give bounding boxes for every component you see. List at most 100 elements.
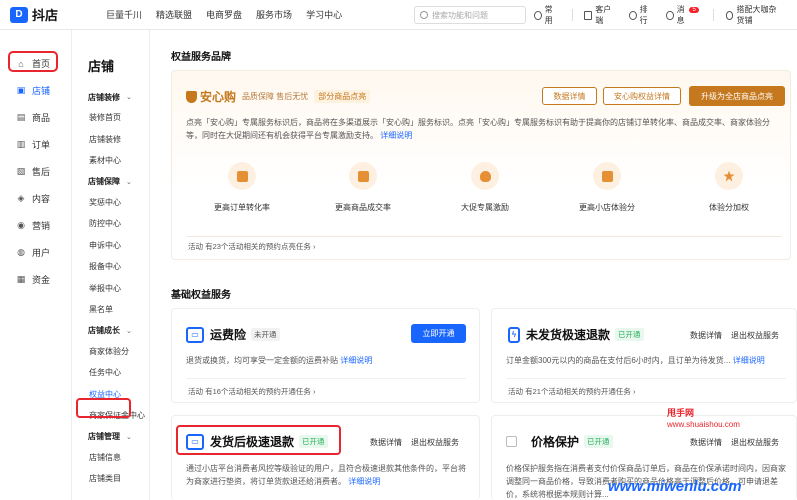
top-nav-item[interactable]: 巨量千川: [106, 8, 142, 21]
data-detail-link[interactable]: 数据详情: [690, 437, 722, 448]
client-label: 客户端: [595, 5, 612, 25]
sidebar-item-label: 店铺: [32, 86, 51, 96]
sidebar-subitem[interactable]: 店铺装修: [72, 129, 149, 151]
star-icon: [715, 162, 743, 190]
top-nav-item[interactable]: 精选联盟: [156, 8, 192, 21]
logo[interactable]: D 抖店: [10, 5, 90, 24]
upgrade-button[interactable]: 升级为全店商品点亮: [689, 86, 785, 106]
service-desc-link[interactable]: 详细说明: [340, 356, 372, 365]
refund-icon: ϟ: [508, 326, 520, 343]
highlight-box-rights-center: [76, 398, 131, 418]
chevron-down-icon: ⌄: [126, 178, 132, 186]
sidebar-subitem[interactable]: 防控中心: [72, 213, 149, 235]
ranking-icon: [628, 10, 637, 20]
data-detail-link[interactable]: 数据详情: [370, 437, 402, 448]
watermark-text: 甩手网: [667, 408, 695, 418]
data-detail-button[interactable]: 数据详情: [542, 87, 597, 105]
sidebar-group[interactable]: 店铺成长 ⌄: [72, 321, 149, 341]
sidebar-subitem[interactable]: 任务中心: [72, 362, 149, 384]
top-nav-item[interactable]: 电商罗盘: [206, 8, 242, 21]
watermark-url: www.shuaishou.com: [667, 420, 740, 429]
bell-icon: [666, 10, 674, 20]
top-nav-item[interactable]: 学习中心: [306, 8, 342, 21]
common-button[interactable]: 常用: [534, 4, 558, 26]
highlight-box-shop: [8, 51, 58, 72]
divider: [712, 9, 714, 21]
unshipped-refund-header: ϟ 未发货极速退款 已开通: [508, 326, 644, 343]
sidebar-item[interactable]: ▧ 售后: [0, 158, 71, 185]
sidebar-subitem[interactable]: 店铺类目: [72, 468, 149, 490]
sidebar-item-label: 用户: [32, 248, 51, 258]
sidebar-item[interactable]: ◉ 营销: [0, 212, 71, 239]
sidebar-group-label: 店铺保障: [88, 177, 120, 186]
watermark-url-large: www.miwenlu.com: [608, 478, 742, 495]
content-icon: ◈: [17, 193, 25, 203]
sidebar-subitem[interactable]: 申诉中心: [72, 235, 149, 257]
price-protection-header: 价格保护 已开通: [506, 433, 613, 450]
open-now-button[interactable]: 立即开通: [411, 324, 466, 343]
ranking-label: 排行: [639, 5, 648, 25]
feature-label: 大促专属激励: [461, 203, 509, 212]
secondary-sidebar: 店铺 店铺装修 ⌄ 装修首页 店铺装修 素材中心 店铺保障 ⌄ 奖惩中心 防控中心 申诉中心 报备中…: [72, 30, 150, 500]
account-menu[interactable]: 搭配大咖杂货铺: [725, 4, 783, 26]
chevron-down-icon: ⌄: [126, 327, 132, 335]
service-desc-text: 通过小店平台消费者风控等级验证的用户，且符合极速退款其他条件的，平台将为商家进行…: [186, 464, 466, 486]
service-description: 退货或换货，均可享受一定金额的运费补贴 详细说明: [186, 354, 476, 367]
common-label: 常用: [544, 5, 553, 25]
sidebar-item-label: 营销: [32, 221, 51, 231]
sidebar-subitem[interactable]: 装修首页: [72, 107, 149, 129]
shop-icon: ▣: [16, 85, 26, 95]
unshipped-refund-activity-link[interactable]: 活动 有21个活动相关的预约开通任务 ›: [508, 386, 636, 397]
service-desc-link[interactable]: 详细说明: [348, 477, 380, 486]
shield-icon: [186, 90, 197, 103]
anxingou-desc-link[interactable]: 详细说明: [380, 131, 412, 140]
top-right-tools: 常用 客户端 排行 消息 5 搭配大咖杂货铺: [534, 0, 797, 30]
sidebar-group[interactable]: 店铺保障 ⌄: [72, 172, 149, 192]
anxingou-name: 安心购: [200, 90, 237, 104]
anxingou-activity-link[interactable]: 活动 有23个活动相关的预约点亮任务 ›: [188, 241, 316, 252]
exit-service-link[interactable]: 退出权益服务: [731, 437, 779, 448]
service-desc-link[interactable]: 详细说明: [733, 356, 765, 365]
service-description: 订单金额300元以内的商品在支付后6小时内，且订单为待发货... 详细说明: [506, 354, 796, 367]
feature-label: 更高小店体验分: [579, 203, 635, 212]
sidebar-item[interactable]: ◍ 用户: [0, 239, 71, 266]
sidebar-item[interactable]: ◈ 内容: [0, 185, 71, 212]
feature-order-conversion: 更高订单转化率: [202, 162, 282, 213]
search-input[interactable]: 搜索功能和问题: [414, 6, 526, 24]
sidebar-item[interactable]: ▥ 订单: [0, 131, 71, 158]
feature-label: 体验分加权: [709, 203, 749, 212]
feature-score-weight: 体验分加权: [689, 162, 769, 213]
service-actions: 数据详情 退出权益服务: [681, 437, 779, 448]
aftersale-icon: ▧: [16, 166, 26, 176]
message-button[interactable]: 消息 5: [666, 4, 699, 26]
monitor-icon: [584, 10, 593, 20]
anxingou-rights-button[interactable]: 安心购权益详情: [603, 87, 681, 105]
sidebar-item[interactable]: ▤ 商品: [0, 104, 71, 131]
search-placeholder: 搜索功能和问题: [432, 10, 488, 20]
exit-service-link[interactable]: 退出权益服务: [731, 330, 779, 341]
sidebar-item[interactable]: ▣ 店铺: [0, 77, 71, 104]
sidebar-group-label: 店铺管理: [88, 432, 120, 441]
client-button[interactable]: 客户端: [584, 4, 614, 26]
sidebar-subitem[interactable]: 奖惩中心: [72, 192, 149, 214]
sidebar-subitem[interactable]: 素材中心: [72, 150, 149, 172]
data-detail-link[interactable]: 数据详情: [690, 330, 722, 341]
shipping-insurance-activity-link[interactable]: 活动 有16个活动相关的预约开通任务 ›: [188, 386, 316, 397]
service-actions: 数据详情 退出权益服务: [681, 330, 779, 341]
ranking-button[interactable]: 排行: [628, 4, 653, 26]
sidebar-group[interactable]: 店铺管理 ⌄: [72, 427, 149, 447]
feature-goods-conversion: 更高商品成交率: [323, 162, 403, 213]
sidebar-subitem[interactable]: 报备中心: [72, 256, 149, 278]
order-icon: ▥: [16, 139, 26, 149]
service-actions: 数据详情 退出权益服务: [361, 437, 459, 448]
top-nav-item[interactable]: 服务市场: [256, 8, 292, 21]
sidebar-subitem[interactable]: 举报中心: [72, 278, 149, 300]
sidebar-subitem[interactable]: 商家体验分: [72, 341, 149, 363]
sidebar-group[interactable]: 店铺装修 ⌄: [72, 87, 149, 107]
exit-service-link[interactable]: 退出权益服务: [411, 437, 459, 448]
sidebar-subitem[interactable]: 黑名单: [72, 299, 149, 321]
sidebar-subitem[interactable]: 店铺信息: [72, 447, 149, 469]
message-label: 消息: [676, 5, 685, 25]
divider: [186, 236, 782, 237]
sidebar-item[interactable]: ▦ 资金: [0, 266, 71, 293]
